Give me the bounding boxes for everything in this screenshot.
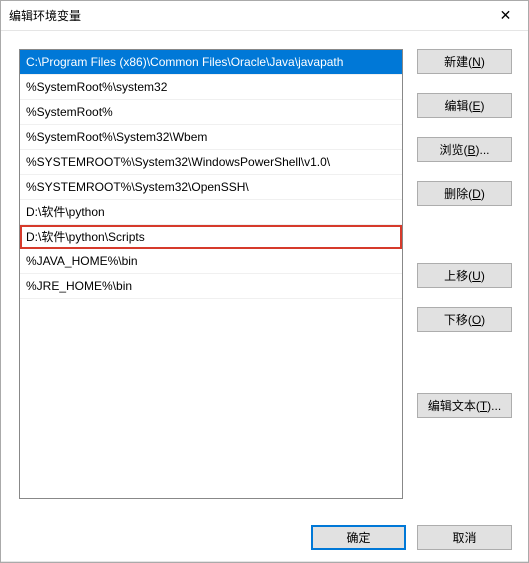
list-item[interactable]: C:\Program Files (x86)\Common Files\Orac… [20, 50, 402, 75]
new-button[interactable]: 新建(N) [417, 49, 512, 74]
path-list[interactable]: C:\Program Files (x86)\Common Files\Orac… [19, 49, 403, 499]
list-item[interactable]: %JAVA_HOME%\bin [20, 249, 402, 274]
close-button[interactable]: ✕ [483, 1, 528, 30]
browse-button[interactable]: 浏览(B)... [417, 137, 512, 162]
move-up-button[interactable]: 上移(U) [417, 263, 512, 288]
list-item[interactable]: %SYSTEMROOT%\System32\WindowsPowerShell\… [20, 150, 402, 175]
list-item[interactable]: D:\软件\python\Scripts [20, 225, 402, 249]
list-item[interactable]: %SystemRoot%\system32 [20, 75, 402, 100]
delete-button[interactable]: 删除(D) [417, 181, 512, 206]
bottom-button-bar: 确定 取消 [1, 513, 528, 562]
titlebar: 编辑环境变量 ✕ [1, 1, 528, 31]
list-item[interactable]: %SystemRoot%\System32\Wbem [20, 125, 402, 150]
window-title: 编辑环境变量 [9, 7, 81, 24]
move-down-button[interactable]: 下移(O) [417, 307, 512, 332]
ok-button[interactable]: 确定 [311, 525, 406, 550]
content-area: C:\Program Files (x86)\Common Files\Orac… [1, 31, 528, 513]
edit-button[interactable]: 编辑(E) [417, 93, 512, 118]
close-icon: ✕ [500, 7, 512, 24]
side-button-column: 新建(N) 编辑(E) 浏览(B)... 删除(D) 上移(U) 下移(O) 编… [417, 49, 512, 499]
edit-text-button[interactable]: 编辑文本(T)... [417, 393, 512, 418]
list-item[interactable]: %SystemRoot% [20, 100, 402, 125]
list-item[interactable]: D:\软件\python [20, 200, 402, 225]
cancel-button[interactable]: 取消 [417, 525, 512, 550]
dialog-window: 编辑环境变量 ✕ C:\Program Files (x86)\Common F… [0, 0, 529, 563]
list-item[interactable]: %SYSTEMROOT%\System32\OpenSSH\ [20, 175, 402, 200]
list-item[interactable]: %JRE_HOME%\bin [20, 274, 402, 299]
